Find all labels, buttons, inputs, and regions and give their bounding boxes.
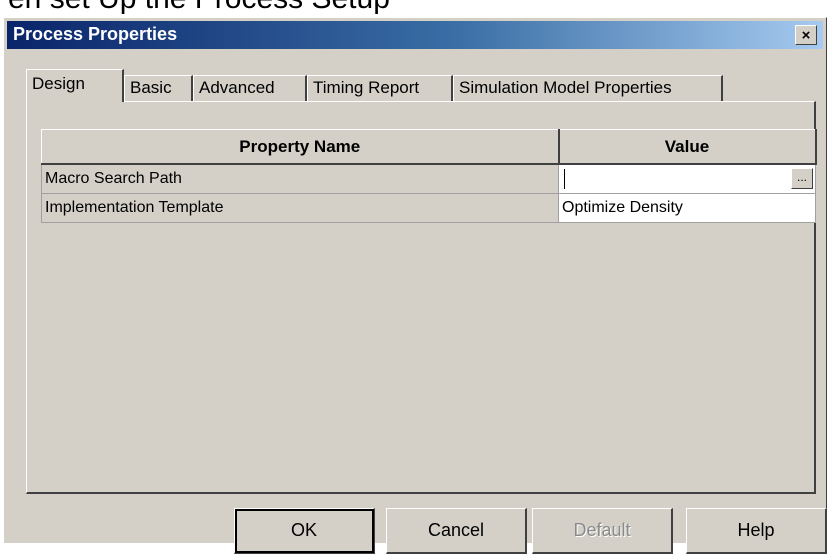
property-grid: Property Name Value Macro Search Path ..… [41, 129, 817, 223]
default-button: Default [532, 508, 673, 554]
tab-timing-report[interactable]: Timing Report [307, 75, 453, 101]
table-row[interactable]: Implementation Template Optimize Density [41, 193, 816, 223]
macro-search-path-field[interactable]: ... [558, 163, 816, 194]
tab-basic[interactable]: Basic [124, 75, 193, 101]
tab-design[interactable]: Design [26, 69, 124, 102]
tab-simulation-model-properties[interactable]: Simulation Model Properties [453, 75, 723, 101]
close-icon[interactable]: × [795, 25, 817, 45]
title-bar[interactable]: Process Properties × [7, 21, 823, 49]
text-caret [564, 169, 565, 189]
column-header-property-name[interactable]: Property Name [41, 129, 560, 165]
property-name-cell[interactable]: Implementation Template [41, 193, 559, 223]
implementation-template-field[interactable]: Optimize Density [558, 193, 816, 223]
help-button[interactable]: Help [686, 508, 827, 554]
process-properties-dialog: Process Properties × Design Basic Advanc… [3, 17, 827, 554]
column-header-value[interactable]: Value [558, 129, 817, 165]
cancel-button[interactable]: Cancel [386, 508, 527, 554]
table-row[interactable]: Macro Search Path ... [41, 163, 816, 194]
tab-advanced[interactable]: Advanced [193, 75, 307, 101]
dialog-title: Process Properties [13, 24, 178, 44]
property-name-cell[interactable]: Macro Search Path [41, 163, 559, 194]
browse-button[interactable]: ... [791, 168, 813, 189]
background-text: en set Up the Process Setup [8, 0, 390, 16]
ok-button[interactable]: OK [234, 508, 375, 554]
tab-panel: Property Name Value Macro Search Path ..… [26, 101, 817, 494]
